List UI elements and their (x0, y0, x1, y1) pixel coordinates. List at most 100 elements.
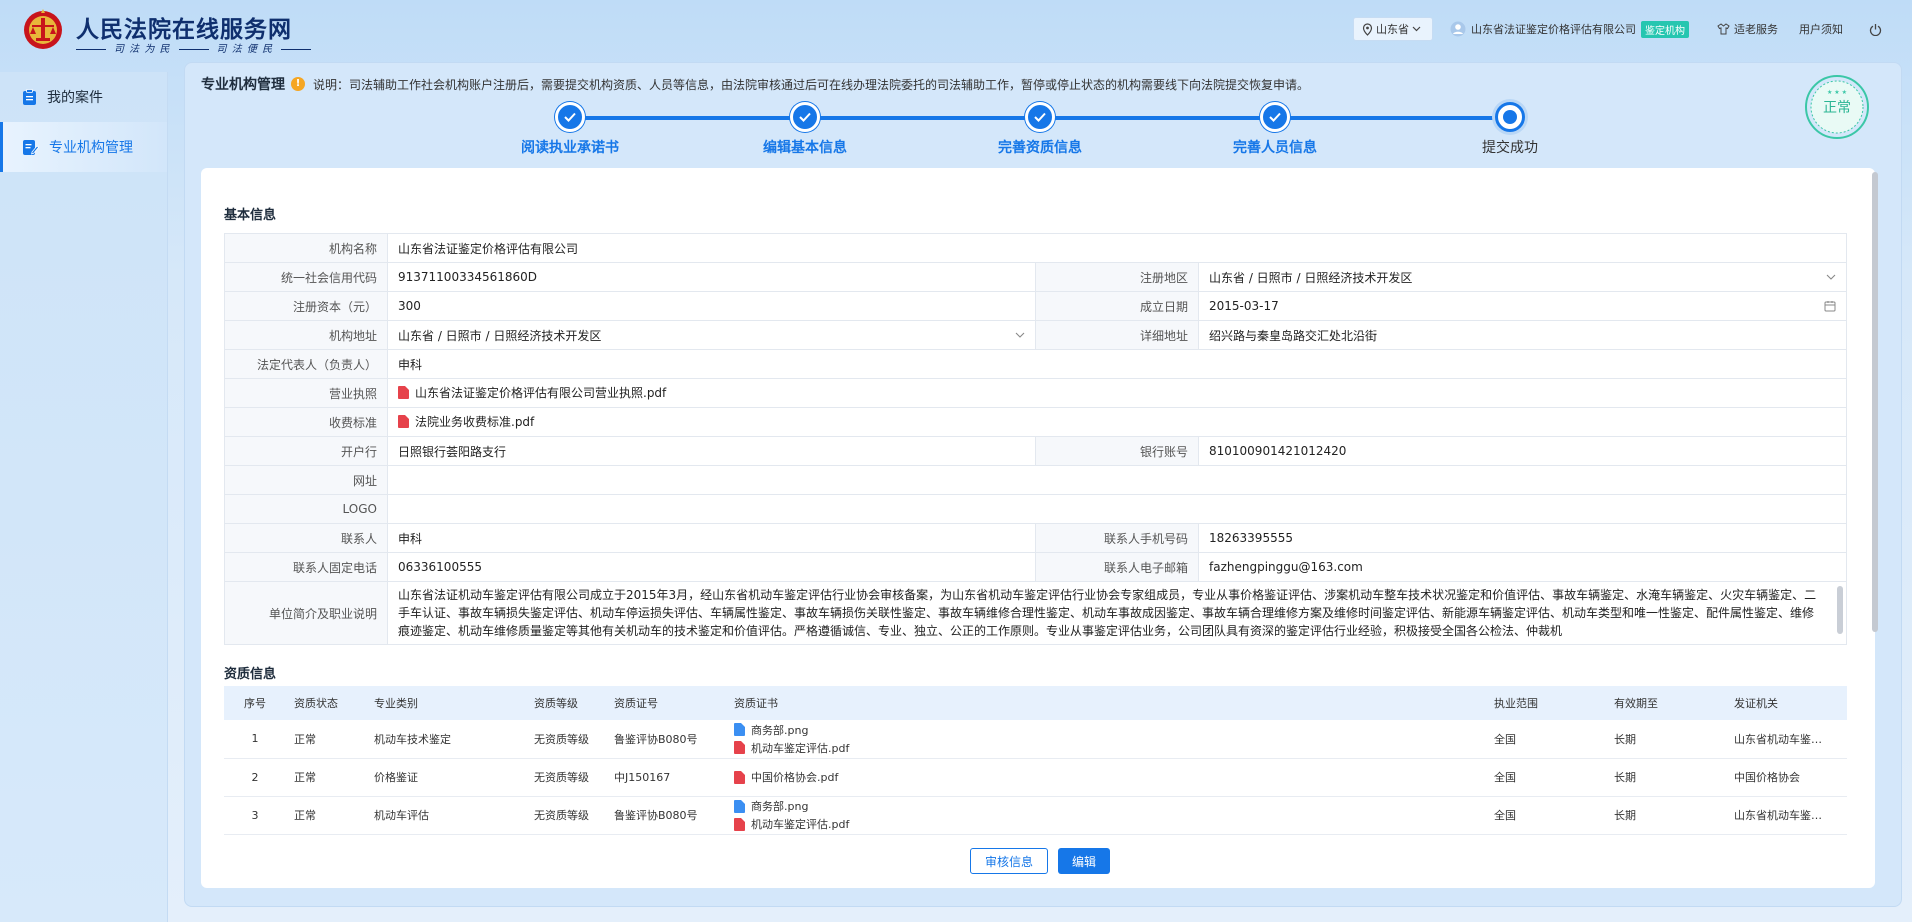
intro-textarea[interactable]: 山东省法证机动车鉴定评估有限公司成立于2015年3月，经山东省机动车鉴定评估行业… (387, 581, 1847, 645)
basic-info-table: 机构名称 山东省法证鉴定价格评估有限公司 统一社会信用代码 9137110033… (224, 233, 1847, 645)
content-scrollbar[interactable] (1872, 172, 1878, 632)
field-label: 注册地区 (1035, 262, 1199, 292)
image-file-icon (734, 723, 745, 737)
mobile-value: 18263395555 (1198, 523, 1847, 553)
row-no: 3 (224, 796, 286, 835)
license-file-link[interactable]: 山东省法证鉴定价格评估有限公司营业执照.pdf (398, 384, 666, 401)
cert-file-link[interactable]: 中国价格协会.pdf (734, 769, 1478, 785)
top-header: 人民法院在线服务网 司 法 为 民司 法 便 民 山东省 山东省法证鉴定价格评估… (0, 0, 1912, 58)
chevron-down-icon (1015, 332, 1025, 338)
image-file-icon (734, 799, 745, 813)
row-cert-no: 鲁鉴评协B080号 (606, 796, 726, 835)
file-name: 机动车鉴定评估.pdf (751, 818, 850, 831)
cert-file-link[interactable]: 商务部.png (734, 722, 1478, 738)
field-label: 联系人 (224, 523, 388, 553)
field-label: 机构地址 (224, 320, 388, 350)
logout-button[interactable] (1865, 17, 1885, 41)
field-label: 统一社会信用代码 (224, 262, 388, 292)
chevron-down-icon (1826, 274, 1836, 280)
court-emblem-icon (24, 9, 62, 49)
pdf-icon (734, 770, 745, 784)
org-name-value: 山东省法证鉴定价格评估有限公司 (387, 233, 1847, 263)
file-name: 中国价格协会.pdf (751, 771, 839, 784)
field-label: 联系人手机号码 (1035, 523, 1199, 553)
fee-file-link[interactable]: 法院业务收费标准.pdf (398, 413, 534, 430)
org-type-badge: 鉴定机构 (1641, 20, 1689, 38)
cert-file-link[interactable]: 商务部.png (734, 798, 1478, 814)
pdf-icon (398, 386, 409, 399)
user-account[interactable]: 山东省法证鉴定价格评估有限公司 鉴定机构 (1450, 17, 1689, 41)
row-valid: 长期 (1606, 796, 1726, 835)
sidebar-item-label: 我的案件 (47, 90, 103, 106)
pdf-icon (398, 415, 409, 428)
sidebar-item-my-cases[interactable]: 我的案件 (0, 72, 167, 122)
file-name: 商务部.png (751, 800, 809, 813)
row-cert-no: 鲁鉴评协B080号 (606, 720, 726, 759)
user-notice-link[interactable]: 用户须知 (1799, 17, 1843, 41)
row-cert-no: 中J150167 (606, 758, 726, 797)
svg-text:★ ★ ★: ★ ★ ★ (1827, 89, 1847, 96)
col-header: 执业范围 (1486, 686, 1606, 720)
detail-address-value: 绍兴路与秦皇岛路交汇处北沿街 (1198, 320, 1847, 350)
legal-rep-value: 申科 (387, 349, 1847, 379)
table-row: 3 正常 机动车评估 无资质等级 鲁鉴评协B080号 商务部.png 机动车鉴定… (224, 796, 1847, 835)
field-label: 联系人电子邮箱 (1035, 552, 1199, 582)
col-header: 发证机关 (1726, 686, 1847, 720)
province-label: 山东省 (1376, 23, 1409, 36)
chevron-down-icon (1412, 26, 1421, 32)
basic-info-title: 基本信息 (224, 208, 277, 223)
clipboard-icon (23, 88, 36, 105)
account-value: 810100901421012420 (1198, 436, 1847, 466)
row-no: 2 (224, 758, 286, 797)
warning-icon: ! (291, 77, 305, 91)
capital-value: 300 (387, 291, 1036, 321)
row-status: 正常 (286, 720, 366, 759)
field-label: 银行账号 (1035, 436, 1199, 466)
row-category: 机动车技术鉴定 (366, 720, 526, 759)
field-label: 联系人固定电话 (224, 552, 388, 582)
check-icon (790, 102, 820, 132)
review-info-button[interactable]: 审核信息 (970, 848, 1048, 874)
field-label: 收费标准 (224, 407, 388, 437)
row-level: 无资质等级 (526, 720, 606, 759)
field-label: 成立日期 (1035, 291, 1199, 321)
table-row: 2 正常 价格鉴证 无资质等级 中J150167 中国价格协会.pdf 全国 长… (224, 758, 1847, 797)
edit-button[interactable]: 编辑 (1058, 848, 1110, 874)
file-name: 商务部.png (751, 723, 809, 737)
field-label: 法定代表人（负责人） (224, 349, 388, 379)
address-select[interactable]: 山东省 / 日照市 / 日照经济技术开发区 (387, 320, 1036, 350)
field-label: 单位简介及职业说明 (224, 581, 388, 645)
step-read-commitment: 阅读执业承诺书 (490, 102, 650, 157)
field-label: 机构名称 (224, 233, 388, 263)
pdf-icon (734, 741, 745, 755)
location-pin-icon (1362, 22, 1373, 36)
field-label: 详细地址 (1035, 320, 1199, 350)
row-no: 1 (224, 720, 286, 759)
bank-value: 日照银行荟阳路支行 (387, 436, 1036, 466)
province-selector[interactable]: 山东省 (1353, 17, 1433, 41)
current-step-icon (1495, 102, 1525, 132)
file-name: 法院业务收费标准.pdf (415, 415, 535, 429)
region-select[interactable]: 山东省 / 日照市 / 日照经济技术开发区 (1198, 262, 1847, 292)
step-label: 提交成功 (1482, 140, 1538, 156)
field-label: 开户行 (224, 436, 388, 466)
intro-scrollbar[interactable] (1837, 586, 1843, 634)
row-status: 正常 (286, 758, 366, 797)
cert-file-link[interactable]: 机动车鉴定评估.pdf (734, 816, 1478, 832)
col-header: 专业类别 (366, 686, 526, 720)
aged-service-link[interactable]: 适老服务 (1717, 17, 1778, 41)
row-category: 价格鉴证 (366, 758, 526, 797)
page-header: 专业机构管理 ! 说明：司法辅助工作社会机构账户注册后，需要提交机构资质、人员等… (201, 74, 1309, 94)
field-label: 注册资本（元） (224, 291, 388, 321)
col-header: 资质证书 (726, 686, 1486, 720)
status-stamp: 正常 ★ ★ ★ (1805, 75, 1869, 139)
edit-doc-icon (23, 139, 39, 155)
page-note: 说明：司法辅助工作社会机构账户注册后，需要提交机构资质、人员等信息，由法院审核通… (313, 77, 1310, 92)
founded-date-picker[interactable]: 2015-03-17 (1198, 291, 1847, 321)
cert-file-link[interactable]: 机动车鉴定评估.pdf (734, 740, 1478, 756)
field-label: LOGO (224, 494, 388, 524)
row-scope: 全国 (1486, 720, 1606, 759)
step-submitted: 提交成功 (1430, 102, 1590, 157)
sidebar-item-org-management[interactable]: 专业机构管理 (0, 122, 167, 172)
step-personnel-info: 完善人员信息 (1195, 102, 1355, 157)
